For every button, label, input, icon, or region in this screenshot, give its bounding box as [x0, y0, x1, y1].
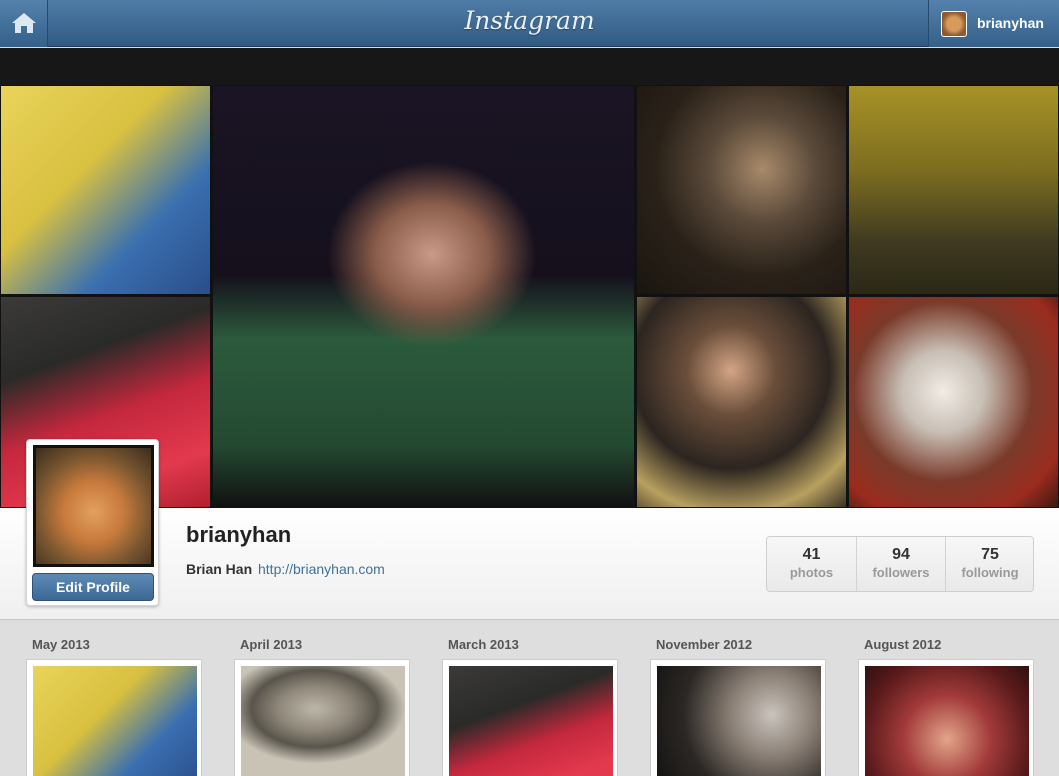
collage-photo-kids[interactable]: [0, 85, 211, 295]
user-menu[interactable]: brianyhan: [928, 0, 1059, 47]
month-label: May 2013: [32, 637, 90, 652]
header-band: [0, 48, 1059, 85]
edit-profile-button[interactable]: Edit Profile: [32, 573, 154, 601]
timeline-month: August 2012: [858, 637, 1034, 776]
stat-value: 75: [981, 546, 999, 563]
month-label: April 2013: [240, 637, 303, 652]
month-thumbnail: [865, 666, 1029, 776]
profile-stats: 41 photos 94 followers 75 following: [766, 536, 1034, 592]
month-card[interactable]: [234, 659, 410, 776]
month-thumbnail: [33, 666, 197, 776]
timeline-month: April 2013: [234, 637, 410, 776]
profile-username: brianyhan: [186, 522, 292, 547]
home-icon: [12, 13, 36, 33]
collage-photo-party[interactable]: [848, 85, 1059, 295]
stat-label: photos: [789, 565, 834, 580]
stat-photos[interactable]: 41 photos: [767, 537, 856, 591]
collage-photo-bike[interactable]: [636, 296, 847, 508]
home-button[interactable]: [0, 0, 48, 47]
timeline-month: March 2013: [442, 637, 618, 776]
month-thumbnail: [241, 666, 405, 776]
collage-photo-girl[interactable]: [212, 85, 635, 508]
stat-label: followers: [872, 565, 930, 580]
instagram-logo[interactable]: Instagram: [0, 6, 1059, 35]
month-card[interactable]: [858, 659, 1034, 776]
header-username: brianyhan: [977, 15, 1044, 31]
avatar-card: Edit Profile: [26, 439, 159, 606]
month-label: August 2012: [864, 637, 942, 652]
stat-label: following: [961, 565, 1019, 580]
month-label: November 2012: [656, 637, 753, 652]
top-bar: Instagram brianyhan: [0, 0, 1059, 47]
profile-full-name: Brian Han: [186, 561, 253, 577]
month-thumbnail: [449, 666, 613, 776]
collage-photo-dog[interactable]: [848, 296, 1059, 508]
profile-website-link[interactable]: http://brianyhan.com: [258, 561, 385, 577]
month-card[interactable]: [650, 659, 826, 776]
stat-following[interactable]: 75 following: [945, 537, 1034, 591]
month-thumbnail: [657, 666, 821, 776]
collage-photo-robot[interactable]: [636, 85, 847, 295]
timeline-month: November 2012: [650, 637, 826, 776]
stat-followers[interactable]: 94 followers: [856, 537, 945, 591]
user-avatar: [941, 11, 967, 37]
stat-value: 94: [892, 546, 910, 563]
month-card[interactable]: [442, 659, 618, 776]
month-card[interactable]: [26, 659, 202, 776]
month-label: March 2013: [448, 637, 519, 652]
timeline-month: May 2013: [26, 637, 202, 776]
stat-value: 41: [802, 546, 821, 563]
profile-avatar: [33, 445, 154, 567]
